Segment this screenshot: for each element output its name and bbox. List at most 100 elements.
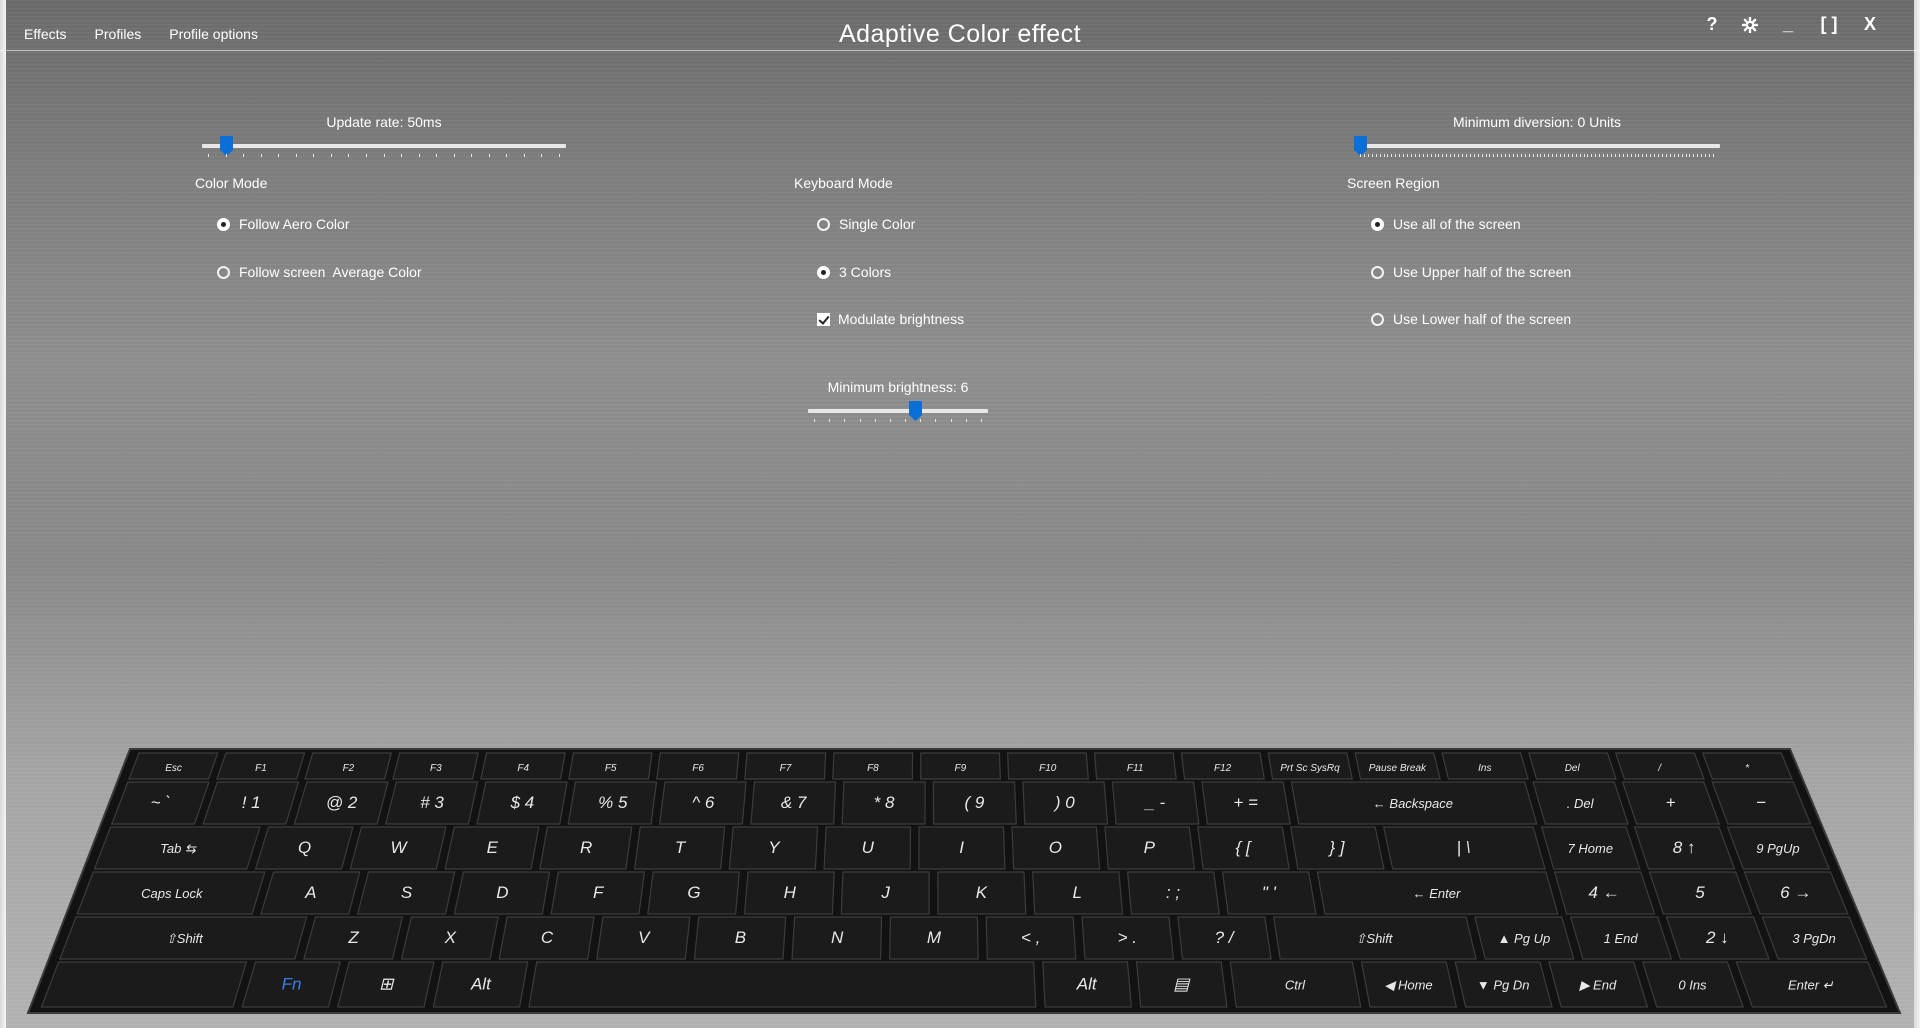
- radio-use-upper-half-label: Use Upper half of the screen: [1393, 264, 1572, 280]
- min-brightness-ticks: [814, 419, 982, 422]
- key-w-label: W: [390, 838, 408, 857]
- key-a-label: A: [304, 883, 316, 902]
- radio-use-all-screen-indicator[interactable]: [1371, 217, 1384, 231]
- radio-3-colors[interactable]: 3 Colors: [817, 264, 891, 280]
- radio-use-lower-half-label: Use Lower half of the screen: [1393, 311, 1572, 327]
- key-del-label: Del: [1565, 763, 1581, 774]
- min-brightness-thumb[interactable]: [908, 401, 922, 421]
- key-capslock-label: Caps Lock: [141, 886, 204, 901]
- min-diversion-thumb[interactable]: [1354, 136, 1367, 156]
- key-period-label: > .: [1118, 928, 1137, 947]
- key-numpad-5-label: 5: [1695, 883, 1705, 902]
- window-title: Adaptive Color effect: [838, 20, 1082, 48]
- radio-3-colors-indicator[interactable]: [817, 265, 830, 279]
- min-brightness-track[interactable]: [808, 401, 988, 421]
- maximize-button[interactable]: [ ]: [1818, 14, 1840, 35]
- key-minus-label: _ -: [1143, 793, 1165, 812]
- key-c-label: C: [541, 928, 554, 947]
- key-5-label: % 5: [598, 793, 628, 812]
- key-right-label: ▶ End: [1578, 978, 1617, 993]
- checkbox-modulate-brightness[interactable]: Modulate brightness: [817, 311, 964, 327]
- key-f-label: F: [593, 883, 605, 902]
- key-v-label: V: [638, 928, 651, 947]
- key-t-label: T: [675, 838, 687, 857]
- key-numpad-7-label: 7 Home: [1568, 841, 1614, 856]
- window-controls: ? _ [ ] X: [1704, 14, 1878, 35]
- radio-follow-aero-indicator[interactable]: [217, 217, 230, 231]
- key-numpad-6-label: 6 →: [1780, 883, 1811, 902]
- close-button[interactable]: X: [1862, 14, 1878, 35]
- radio-follow-screen-average-indicator[interactable]: [217, 265, 230, 279]
- radio-use-upper-half-indicator[interactable]: [1371, 265, 1384, 279]
- key-4-label: $ 4: [510, 793, 535, 812]
- key-d-label: D: [496, 883, 508, 902]
- min-diversion-ticks: [1360, 154, 1714, 157]
- key-8-label: * 8: [874, 793, 895, 812]
- key-f8-label: F8: [867, 763, 879, 774]
- update-rate-thumb[interactable]: [219, 136, 233, 156]
- min-brightness-slider: Minimum brightness: 6: [808, 379, 988, 429]
- key-rbracket-label: } ]: [1327, 838, 1345, 857]
- update-rate-track[interactable]: [202, 136, 566, 156]
- key-r-label: R: [580, 838, 592, 857]
- key-fn-label: Fn: [282, 975, 302, 994]
- key-f2-label: F2: [343, 763, 355, 774]
- key-x-label: X: [444, 928, 457, 947]
- key-up-label: ▲ Pg Up: [1498, 931, 1551, 946]
- key-b-label: B: [735, 928, 746, 947]
- key-o-label: O: [1049, 838, 1062, 857]
- radio-use-lower-half-indicator[interactable]: [1371, 312, 1384, 326]
- key-pause-label: Pause Break: [1369, 763, 1427, 774]
- settings-button[interactable]: [1742, 16, 1758, 33]
- key-f6-label: F6: [692, 763, 704, 774]
- radio-follow-aero[interactable]: Follow Aero Color: [217, 216, 350, 232]
- radio-3-colors-label: 3 Colors: [839, 264, 892, 280]
- key-g-label: G: [687, 883, 700, 902]
- key-ralt-label: Alt: [1076, 975, 1098, 994]
- gear-icon: [1742, 16, 1758, 33]
- minimize-button[interactable]: _: [1780, 14, 1796, 35]
- radio-follow-screen-average[interactable]: Follow screen Average Color: [217, 264, 422, 280]
- key-lshift-label: ⇧Shift: [166, 931, 204, 946]
- key-backslash-label: | \: [1457, 838, 1471, 857]
- keyboard-preview: Esc F1 F2 F3 F4 F5 F6 F7 F8 F9 F10 F11 F12 Prt Sc Sys…: [26, 748, 1902, 1014]
- key-semicolon-label: : ;: [1166, 883, 1180, 902]
- key-numpad-minus-label: −: [1756, 793, 1766, 812]
- radio-use-all-screen[interactable]: Use all of the screen: [1371, 216, 1521, 232]
- radio-single-color[interactable]: Single Color: [817, 216, 915, 232]
- min-diversion-label: Minimum diversion: 0 Units: [1452, 114, 1622, 130]
- checkbox-modulate-brightness-box[interactable]: [817, 312, 830, 326]
- key-numpad-1-label: 1 End: [1604, 931, 1639, 946]
- key-i-label: I: [959, 838, 964, 857]
- key-lctrl: [40, 961, 248, 1008]
- key-equals-label: + =: [1233, 793, 1258, 812]
- radio-single-color-indicator[interactable]: [817, 217, 830, 231]
- key-f5-label: F5: [605, 763, 617, 774]
- key-f9-label: F9: [954, 763, 966, 774]
- min-diversion-track[interactable]: [1354, 136, 1720, 156]
- help-button[interactable]: ?: [1704, 14, 1720, 35]
- key-u-label: U: [862, 838, 875, 857]
- key-q-label: Q: [298, 838, 311, 857]
- key-prtsc-label: Prt Sc SysRq: [1280, 763, 1340, 774]
- title-bar: Effects Profiles Profile options Adaptiv…: [0, 0, 1920, 51]
- key-1-label: ! 1: [242, 793, 261, 812]
- key-numpad-2-label: 2 ↓: [1705, 928, 1729, 947]
- key-numpad-plus-label: +: [1666, 793, 1676, 812]
- radio-use-upper-half[interactable]: Use Upper half of the screen: [1371, 264, 1571, 280]
- radio-use-lower-half[interactable]: Use Lower half of the screen: [1371, 311, 1571, 327]
- key-tab-label: Tab ⇆: [160, 841, 197, 856]
- key-numpad-del-label: . Del: [1567, 796, 1595, 811]
- key-numpad-9-label: 9 PgUp: [1756, 841, 1799, 856]
- key-enter-label: ← Enter: [1413, 886, 1461, 901]
- key-numpad-3-label: 3 PgDn: [1792, 931, 1835, 946]
- key-j-label: J: [880, 883, 890, 902]
- radio-use-all-screen-label: Use all of the screen: [1393, 216, 1521, 232]
- key-2-label: @ 2: [326, 793, 358, 812]
- key-down-label: ▼ Pg Dn: [1477, 978, 1530, 993]
- key-f10-label: F10: [1039, 763, 1057, 774]
- update-rate-ticks: [208, 154, 560, 157]
- key-9-label: ( 9: [965, 793, 985, 812]
- key-numpad-8-label: 8 ↑: [1673, 838, 1696, 857]
- key-f7-label: F7: [780, 763, 792, 774]
